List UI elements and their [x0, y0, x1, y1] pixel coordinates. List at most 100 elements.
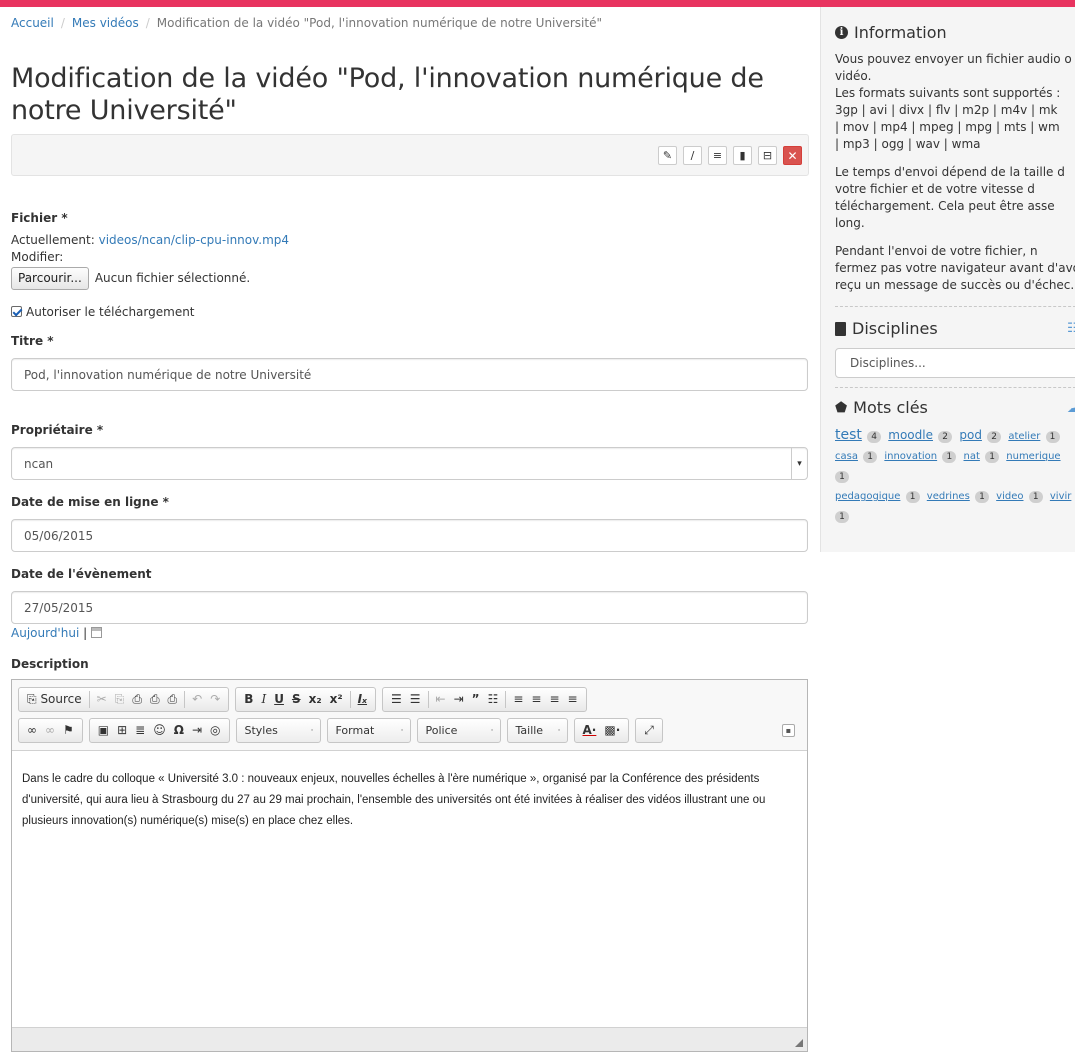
no-file-text: Aucun fichier sélectionné.	[94, 271, 251, 285]
title-input[interactable]: Pod, l'innovation numérique de notre Uni…	[11, 358, 808, 391]
align-center-icon[interactable]: ≡	[527, 688, 545, 711]
text-color-icon[interactable]: A·	[579, 719, 601, 742]
copy-icon[interactable]: ⎘	[111, 688, 129, 711]
iframe-globe-icon[interactable]: ◎	[206, 719, 224, 742]
delete-button[interactable]: ✕	[783, 146, 802, 165]
disciplines-select[interactable]: Disciplines...	[835, 348, 1075, 378]
align-justify-icon[interactable]: ≡	[564, 688, 582, 711]
bulleted-list-icon[interactable]: ☰	[406, 688, 425, 711]
smiley-icon[interactable]: ☺	[149, 719, 170, 742]
special-char-icon[interactable]: Ω	[170, 719, 188, 742]
image-icon[interactable]: ▣	[94, 719, 113, 742]
browse-button[interactable]: Parcourir...	[11, 267, 89, 290]
editor-group-paragraph: ☰ ☰ ⇤ ⇥ ” ☷ ≡ ≡ ≡ ≡	[382, 687, 587, 712]
allow-download-checkbox[interactable]	[11, 306, 22, 317]
size-combo[interactable]: Taille ·	[506, 718, 568, 743]
list-view-icon[interactable]: ☷	[1067, 321, 1075, 336]
breadcrumb-home[interactable]: Accueil	[11, 16, 54, 30]
video-button[interactable]: ⊟	[758, 146, 777, 165]
size-combo-label: Taille	[515, 724, 544, 737]
editor-group-basic: B I U S x₂ x² Iₓ	[235, 687, 377, 712]
format-combo[interactable]: Format ·	[326, 718, 411, 743]
owner-select[interactable]: ncan ▾	[11, 447, 808, 480]
calendar-icon[interactable]	[90, 627, 102, 638]
tag-link[interactable]: innovation	[884, 451, 937, 462]
cloud-icon[interactable]: ☁	[1067, 401, 1075, 415]
breadcrumb-my-videos[interactable]: Mes vidéos	[72, 16, 139, 30]
tag-link[interactable]: numerique	[1006, 451, 1060, 462]
blockquote-icon[interactable]: ”	[468, 688, 484, 711]
file-picker: Parcourir... Aucun fichier sélectionné.	[11, 267, 809, 290]
info-heading: i Information	[835, 23, 1075, 42]
paste-icon[interactable]: ⎙	[128, 688, 146, 711]
styles-combo[interactable]: Styles ·	[235, 718, 321, 743]
edit-pencil-button[interactable]: ✎	[658, 146, 677, 165]
numbered-list-icon[interactable]: ☰	[387, 688, 406, 711]
attachment-button[interactable]: ∕	[683, 146, 702, 165]
editor-content[interactable]: Dans le cadre du colloque « Université 3…	[12, 751, 807, 1027]
anchor-flag-icon[interactable]: ⚑	[59, 719, 78, 742]
event-date-input[interactable]: 27/05/2015	[11, 591, 808, 624]
info-line: Le temps d'envoi dépend de la taille d	[835, 165, 1065, 179]
page-break-icon[interactable]: ⇥	[188, 719, 206, 742]
info-line: vidéo.	[835, 69, 872, 83]
tag-link[interactable]: nat	[964, 451, 980, 462]
align-left-icon[interactable]: ≡	[509, 688, 527, 711]
tag-link[interactable]: vivir	[1050, 491, 1072, 502]
toolbar-separator	[505, 691, 507, 708]
superscript-icon[interactable]: x²	[326, 688, 347, 711]
tag-link[interactable]: moodle	[888, 428, 933, 442]
maximize-icon[interactable]: ⤢	[640, 719, 658, 742]
italic-icon[interactable]: I	[257, 688, 270, 711]
paste-word-icon[interactable]: ⎙	[164, 688, 182, 711]
tag-link[interactable]: pedagogique	[835, 491, 900, 502]
div-container-icon[interactable]: ☷	[484, 688, 503, 711]
tag-link[interactable]: vedrines	[927, 491, 970, 502]
bold-icon[interactable]: B	[240, 688, 257, 711]
paste-text-icon[interactable]: ⎙	[146, 688, 164, 711]
divider	[835, 387, 1075, 388]
tag-link[interactable]: video	[996, 491, 1023, 502]
documents-button[interactable]: ▮	[733, 146, 752, 165]
font-combo[interactable]: Police ·	[416, 718, 501, 743]
chapters-button[interactable]: ≡	[708, 146, 727, 165]
cut-icon[interactable]: ✂	[93, 688, 111, 711]
link-icon[interactable]: ∞	[23, 719, 41, 742]
align-right-icon[interactable]: ≡	[545, 688, 563, 711]
source-button[interactable]: ⎘ Source	[23, 688, 86, 711]
info-line: votre fichier et de votre vitesse d	[835, 182, 1035, 196]
book-icon	[835, 321, 846, 336]
file-label: Fichier *	[11, 211, 68, 225]
tag-link[interactable]: test	[835, 427, 862, 443]
strike-icon[interactable]: S	[288, 688, 305, 711]
underline-icon[interactable]: U	[270, 688, 288, 711]
file-current-link[interactable]: videos/ncan/clip-cpu-innov.mp4	[99, 233, 289, 247]
indent-icon[interactable]: ⇥	[450, 688, 468, 711]
subscript-icon[interactable]: x₂	[305, 688, 326, 711]
tag-link[interactable]: casa	[835, 451, 858, 462]
tag-link[interactable]: pod	[959, 428, 982, 442]
chevron-down-icon: ·	[310, 725, 314, 736]
collapse-toolbar-button[interactable]: ▪	[782, 724, 795, 737]
tag-count-badge: 1	[835, 471, 849, 483]
resize-handle-icon[interactable]	[795, 1039, 803, 1047]
file-icon: ▮	[739, 149, 746, 162]
remove-format-icon[interactable]: Iₓ	[354, 688, 371, 711]
unlink-icon[interactable]: ∞	[41, 719, 59, 742]
keywords-heading: ⬟ Mots clés ☁	[835, 398, 1075, 417]
redo-icon[interactable]: ↷	[206, 688, 224, 711]
tag-link[interactable]: atelier	[1008, 431, 1040, 442]
today-link[interactable]: Aujourd'hui	[11, 626, 79, 640]
info-line: Pendant l'envoi de votre fichier, n	[835, 244, 1038, 258]
table-icon[interactable]: ⊞	[113, 719, 131, 742]
editor-group-tools: ⤢	[635, 718, 663, 743]
outdent-icon[interactable]: ⇤	[432, 688, 450, 711]
background-color-icon[interactable]: ▩·	[600, 719, 624, 742]
info-text-block-1: Vous pouvez envoyer un fichier audio o v…	[835, 51, 1075, 153]
horizontal-rule-icon[interactable]: ≣	[131, 719, 149, 742]
undo-icon[interactable]: ↶	[188, 688, 206, 711]
publish-date-input[interactable]: 05/06/2015	[11, 519, 808, 552]
tag-cloud: test 4 moodle 2 pod 2 atelier 1 casa 1 i…	[835, 425, 1075, 527]
event-date-label: Date de l'évènement	[11, 567, 152, 581]
styles-combo-label: Styles	[244, 724, 278, 737]
